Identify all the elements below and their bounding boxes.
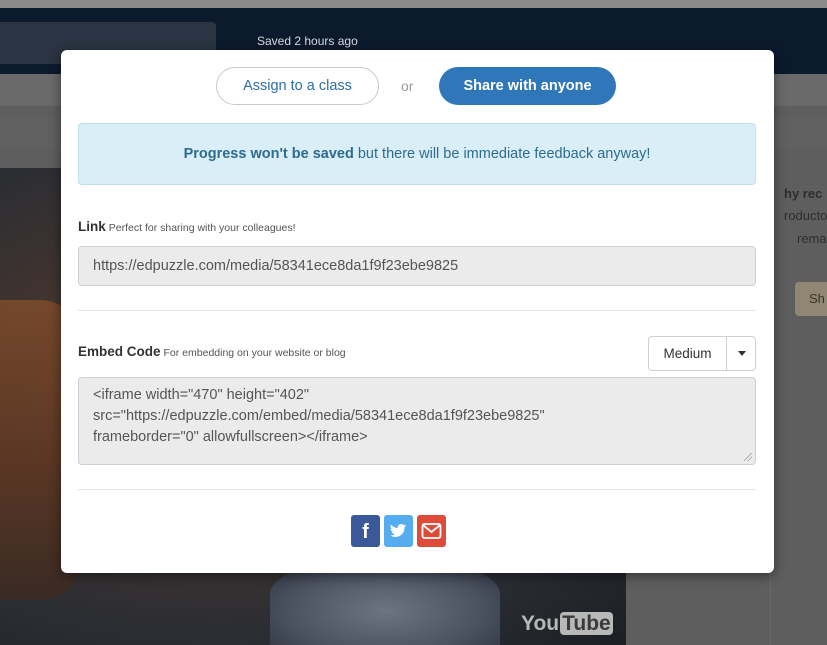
saved-status: Saved 2 hours ago bbox=[257, 34, 358, 48]
facebook-icon: f bbox=[362, 521, 369, 543]
right-panel-text: roducto bbox=[784, 208, 827, 223]
link-subtitle: Perfect for sharing with your colleagues… bbox=[108, 222, 296, 234]
youtube-watermark: You Tube bbox=[521, 612, 613, 636]
or-separator: or bbox=[401, 78, 414, 94]
embed-title: Embed Code bbox=[78, 344, 161, 359]
embed-size-value[interactable]: Medium bbox=[649, 337, 727, 370]
youtube-you: You bbox=[521, 612, 560, 635]
assign-to-class-button[interactable]: Assign to a class bbox=[216, 67, 379, 105]
right-panel-button[interactable]: Sh bbox=[795, 282, 827, 316]
right-panel-text: remar bbox=[797, 231, 827, 246]
divider bbox=[78, 310, 756, 311]
share-with-anyone-button[interactable]: Share with anyone bbox=[439, 67, 616, 105]
progress-alert: Progress won't be saved but there will b… bbox=[78, 123, 756, 185]
email-share-button[interactable] bbox=[417, 515, 446, 547]
caret-down-icon[interactable] bbox=[738, 351, 746, 356]
share-link-field[interactable]: https://edpuzzle.com/media/58341ece8da1f… bbox=[78, 246, 756, 286]
youtube-tube: Tube bbox=[560, 612, 613, 635]
embed-size-dropdown[interactable]: Medium bbox=[648, 336, 756, 371]
share-modal: Assign to a class or Share with anyone P… bbox=[61, 50, 774, 573]
share-mode-tabs: Assign to a class or Share with anyone bbox=[61, 67, 774, 105]
facebook-share-button[interactable]: f bbox=[351, 515, 380, 547]
twitter-icon bbox=[390, 524, 406, 537]
embed-code-text: <iframe width="470" height="402" src="ht… bbox=[93, 387, 545, 445]
alert-text: but there will be immediate feedback any… bbox=[353, 146, 651, 162]
embed-code-field[interactable]: <iframe width="470" height="402" src="ht… bbox=[78, 377, 756, 465]
browser-edge bbox=[0, 0, 827, 8]
divider bbox=[78, 489, 756, 490]
alert-bold-text: Progress won't be saved bbox=[183, 146, 354, 162]
embed-heading: Embed Code For embedding on your website … bbox=[78, 344, 346, 359]
email-icon bbox=[421, 523, 442, 539]
right-panel-heading: hy rec bbox=[784, 186, 823, 201]
resize-grip-icon[interactable] bbox=[744, 453, 752, 461]
link-title: Link bbox=[78, 219, 106, 234]
embed-subtitle: For embedding on your website or blog bbox=[163, 347, 346, 359]
link-heading: Link Perfect for sharing with your collea… bbox=[78, 219, 296, 234]
twitter-share-button[interactable] bbox=[384, 515, 413, 547]
